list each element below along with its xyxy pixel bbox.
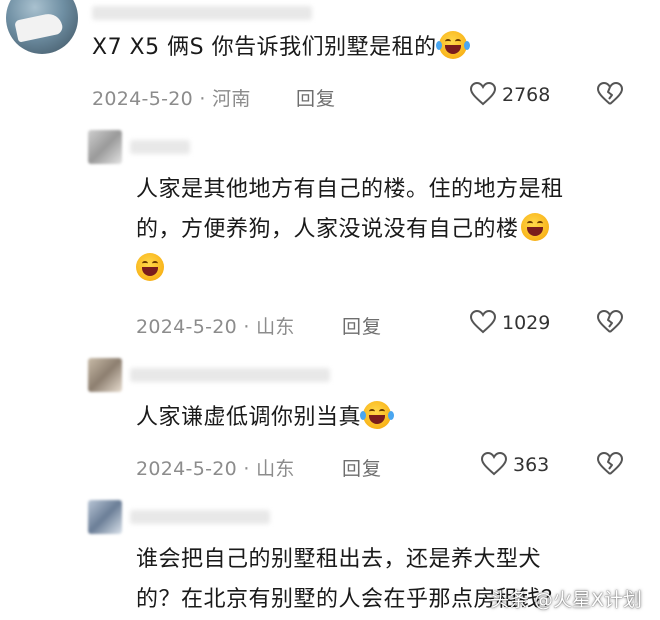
comment-text: X7 X5 俩S 你告诉我们别墅是租的	[92, 28, 632, 68]
comment-date: 2024-5-20	[136, 316, 238, 338]
like-count: 1029	[502, 312, 551, 334]
grin-laugh-emoji-icon	[136, 253, 164, 281]
dislike-broken-heart-icon[interactable]	[597, 82, 623, 106]
reply-button[interactable]: 回复	[296, 84, 336, 111]
comment-body-line: 人家是其他地方有自己的楼。住的地方是租	[136, 177, 564, 202]
comment-body-line: 谁会把自己的别墅租出去，还是养大型犬	[136, 547, 542, 572]
comment-text: 人家谦虚低调你别当真	[136, 398, 636, 438]
like-heart-icon[interactable]	[481, 452, 507, 476]
comment-meta: 2024-5-20 · 河南	[92, 88, 251, 110]
avatar[interactable]	[6, 0, 78, 54]
like-count: 363	[513, 454, 550, 476]
username-blurred[interactable]	[130, 368, 330, 382]
dislike-broken-heart-icon[interactable]	[597, 310, 623, 334]
watermark: 头条 @火星X计划	[489, 589, 642, 611]
comment-location: 山东	[256, 316, 295, 338]
reply-button[interactable]: 回复	[342, 312, 382, 339]
comment-location: 河南	[212, 88, 251, 110]
comment-meta: 2024-5-20 · 山东	[136, 316, 295, 338]
like-heart-icon[interactable]	[470, 82, 496, 106]
comment-text: 人家是其他地方有自己的楼。住的地方是租 的，方便养狗，人家没说没有自己的楼	[136, 170, 636, 290]
username-blurred[interactable]	[92, 6, 312, 20]
comment-location: 山东	[256, 458, 295, 480]
comment-date: 2024-5-20	[136, 458, 238, 480]
avatar[interactable]	[88, 358, 122, 392]
comment-body: X7 X5 俩S 你告诉我们别墅是租的	[92, 35, 437, 60]
username-blurred[interactable]	[130, 510, 270, 524]
like-heart-icon[interactable]	[470, 310, 496, 334]
avatar[interactable]	[88, 500, 122, 534]
dislike-broken-heart-icon[interactable]	[597, 452, 623, 476]
laugh-cry-emoji-icon	[435, 31, 470, 59]
comment-meta: 2024-5-20 · 山东	[136, 458, 295, 480]
username-blurred[interactable]	[130, 140, 190, 154]
grin-laugh-emoji-icon	[520, 213, 549, 241]
comment-date: 2024-5-20	[92, 88, 194, 110]
avatar[interactable]	[88, 130, 122, 164]
comment-body: 人家谦虚低调你别当真	[136, 405, 362, 430]
laugh-cry-emoji-icon	[360, 401, 395, 429]
like-count: 2768	[502, 84, 551, 106]
reply-button[interactable]: 回复	[342, 454, 382, 481]
comment-body-line: 的，方便养狗，人家没说没有自己的楼	[136, 217, 519, 242]
